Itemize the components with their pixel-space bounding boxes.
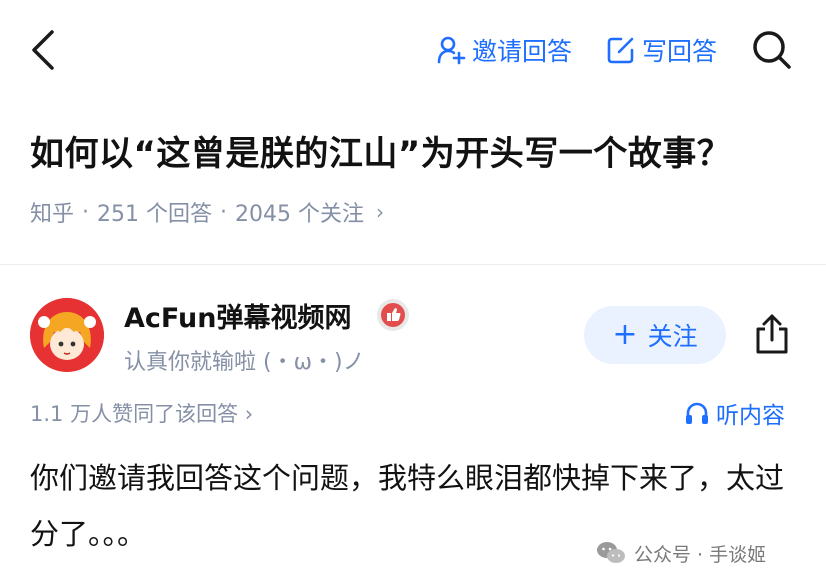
headphones-icon [686, 402, 708, 424]
chevron-right-icon: › [376, 200, 384, 224]
section-divider [0, 264, 826, 265]
share-button[interactable] [752, 312, 792, 356]
question-title[interactable]: 如何以“这曾是朕的江山”为开头写一个故事？ [30, 126, 731, 175]
verified-badge-icon [377, 299, 409, 331]
meta-separator: · [220, 199, 228, 225]
back-button[interactable] [24, 26, 64, 74]
edit-icon [607, 37, 634, 64]
author-avatar-image [30, 298, 104, 372]
listen-button[interactable]: 听内容 [684, 396, 785, 430]
search-button[interactable] [750, 28, 794, 72]
watermark: 公众号 · 手谈姬 [596, 536, 766, 570]
plus-icon: + [612, 317, 638, 352]
top-bar: 邀请回答 写回答 [0, 0, 826, 100]
author-bio: 认真你就输啦 (・ω・)ノ [124, 350, 365, 375]
author-name[interactable]: AcFun弹幕视频网 [124, 296, 351, 335]
answer-count: 251 个回答 [97, 202, 213, 227]
listen-label: 听内容 [716, 403, 785, 429]
chevron-right-icon: › [244, 402, 254, 426]
invite-user-icon [437, 36, 466, 65]
upvote-summary[interactable]: 1.1 万人赞同了该回答 › [30, 398, 253, 428]
avatar[interactable] [30, 298, 104, 372]
source-label: 知乎 [30, 202, 75, 227]
chevron-left-icon [32, 30, 54, 70]
question-meta[interactable]: 知乎 · 251 个回答 · 2045 个关注 › [30, 196, 384, 228]
wechat-icon [597, 542, 625, 563]
write-answer-button[interactable]: 写回答 [606, 30, 717, 70]
watermark-text: 公众号 · 手谈姬 [634, 543, 767, 566]
invite-answer-label: 邀请回答 [472, 37, 573, 66]
follow-label: 关注 [647, 322, 698, 351]
invite-answer-button[interactable]: 邀请回答 [436, 30, 572, 70]
share-icon [756, 314, 788, 354]
write-answer-label: 写回答 [642, 37, 718, 66]
search-icon [753, 31, 791, 69]
follower-count: 2045 个关注 [235, 202, 364, 227]
follow-button[interactable]: + 关注 [584, 306, 726, 364]
upvote-count: 1.1 万人赞同了该回答 [30, 402, 239, 426]
meta-separator: · [82, 199, 90, 225]
